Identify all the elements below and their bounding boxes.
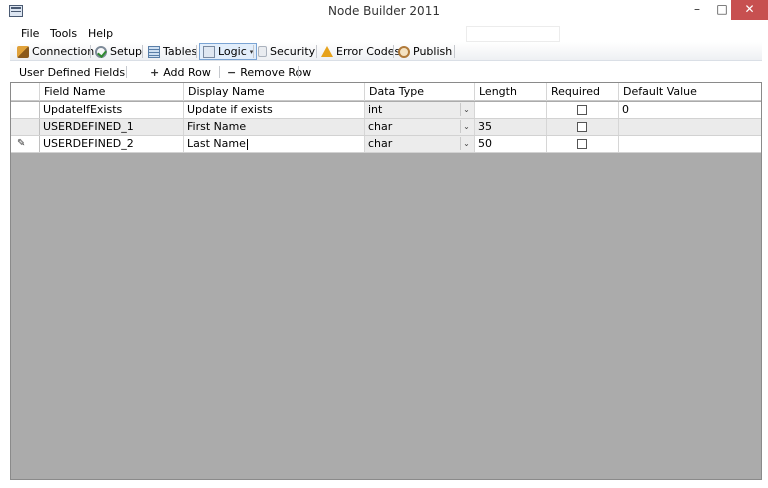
toolbar-separator	[126, 66, 127, 78]
menu-blank-area	[466, 26, 560, 42]
toolbar-separator	[196, 45, 197, 58]
fields-grid[interactable]: Field Name Display Name Data Type Length…	[10, 82, 762, 480]
column-header-length[interactable]: Length	[475, 83, 547, 101]
data-type-value: char	[368, 120, 393, 133]
window-bottom-border	[0, 480, 768, 488]
column-header-default-value[interactable]: Default Value	[619, 83, 761, 101]
data-type-select[interactable]: char ⌄	[365, 136, 475, 152]
window-title: Node Builder 2011	[328, 4, 440, 18]
display-name-cell[interactable]: Update if exists	[184, 102, 365, 118]
setup-button[interactable]: Setup	[92, 43, 145, 60]
table-row[interactable]: ✎ USERDEFINED_2 Last Name char ⌄ 50	[11, 136, 761, 153]
row-indicator[interactable]	[11, 102, 40, 118]
field-name-cell[interactable]: USERDEFINED_1	[40, 119, 184, 135]
main-toolbar: Connection Setup Tables Logic ▾ Security…	[10, 42, 762, 61]
table-row[interactable]: USERDEFINED_1 First Name char ⌄ 35	[11, 119, 761, 136]
publish-label: Publish	[413, 45, 453, 58]
data-type-value: char	[368, 137, 393, 150]
remove-row-label: Remove Row	[240, 66, 312, 79]
menu-file[interactable]: File	[21, 27, 39, 40]
row-indicator[interactable]	[11, 119, 40, 135]
security-button[interactable]: Security	[255, 43, 318, 60]
display-name-value[interactable]: Last Name	[187, 137, 246, 150]
length-cell[interactable]	[475, 102, 547, 118]
connection-icon	[17, 45, 29, 58]
menu-help[interactable]: Help	[88, 27, 113, 40]
grid-header: Field Name Display Name Data Type Length…	[11, 83, 761, 101]
length-cell[interactable]: 50	[475, 136, 547, 152]
close-button[interactable]: ✕	[731, 0, 768, 20]
error-codes-label: Error Codes	[336, 45, 401, 58]
table-row[interactable]: UpdateIfExists Update if exists int ⌄ 0	[11, 102, 761, 119]
logic-dropdown-button[interactable]: Logic ▾	[199, 43, 258, 60]
logic-label: Logic	[218, 45, 247, 58]
required-cell[interactable]	[547, 119, 619, 135]
toolbar-separator	[454, 45, 455, 58]
lock-icon	[258, 46, 267, 57]
security-label: Security	[270, 45, 316, 58]
toolbar-separator	[253, 45, 254, 58]
default-value-cell[interactable]	[619, 119, 761, 135]
pencil-icon[interactable]: ✎	[11, 136, 40, 152]
required-cell[interactable]	[547, 136, 619, 152]
connection-button[interactable]: Connection	[14, 43, 97, 60]
user-defined-fields-toolbar: User Defined Fields + Add Row − Remove Row	[10, 63, 762, 81]
publish-icon	[398, 45, 410, 58]
error-codes-button[interactable]: Error Codes	[318, 43, 403, 60]
warning-icon	[321, 46, 333, 57]
tables-button[interactable]: Tables	[145, 43, 200, 60]
add-row-button[interactable]: + Add Row	[150, 66, 211, 79]
required-checkbox[interactable]	[577, 122, 587, 132]
chevron-down-icon[interactable]: ⌄	[460, 120, 472, 133]
plus-icon: +	[150, 66, 160, 79]
text-caret	[246, 138, 248, 150]
data-type-value: int	[368, 103, 383, 116]
title-bar: Node Builder 2011 – □ ✕	[0, 0, 768, 24]
chevron-down-icon[interactable]: ⌄	[460, 137, 472, 150]
display-name-cell[interactable]: First Name	[184, 119, 365, 135]
default-value-cell[interactable]	[619, 136, 761, 152]
tables-label: Tables	[163, 45, 198, 58]
connection-label: Connection	[32, 45, 95, 58]
row-header-column	[11, 83, 40, 101]
column-header-display-name[interactable]: Display Name	[184, 83, 365, 101]
data-type-select[interactable]: int ⌄	[365, 102, 475, 118]
minus-icon: −	[227, 66, 237, 79]
default-value-cell[interactable]: 0	[619, 102, 761, 118]
toolbar-separator	[316, 45, 317, 58]
field-name-cell[interactable]: USERDEFINED_2	[40, 136, 184, 152]
required-checkbox[interactable]	[577, 105, 587, 115]
length-cell[interactable]: 35	[475, 119, 547, 135]
toolbar-separator	[393, 45, 394, 58]
minimize-button[interactable]: –	[684, 0, 710, 20]
toolbar-separator	[142, 45, 143, 58]
menu-tools[interactable]: Tools	[50, 27, 77, 40]
column-header-required[interactable]: Required	[547, 83, 619, 101]
toolbar-separator	[298, 66, 299, 78]
required-checkbox[interactable]	[577, 139, 587, 149]
toolbar-separator	[219, 66, 220, 78]
required-cell[interactable]	[547, 102, 619, 118]
field-name-cell[interactable]: UpdateIfExists	[40, 102, 184, 118]
chevron-down-icon[interactable]: ⌄	[460, 103, 472, 116]
toolbar-separator	[90, 45, 91, 58]
column-header-data-type[interactable]: Data Type	[365, 83, 475, 101]
publish-button[interactable]: Publish	[395, 43, 455, 60]
tables-icon	[148, 45, 160, 58]
data-type-select[interactable]: char ⌄	[365, 119, 475, 135]
column-header-field-name[interactable]: Field Name	[40, 83, 184, 101]
add-row-label: Add Row	[163, 66, 211, 79]
section-label: User Defined Fields	[19, 66, 126, 79]
display-name-cell-editing[interactable]: Last Name	[184, 136, 365, 152]
logic-icon	[203, 45, 215, 58]
setup-label: Setup	[110, 45, 143, 58]
menu-bar: File Tools Help	[0, 24, 768, 42]
setup-icon	[95, 45, 107, 58]
